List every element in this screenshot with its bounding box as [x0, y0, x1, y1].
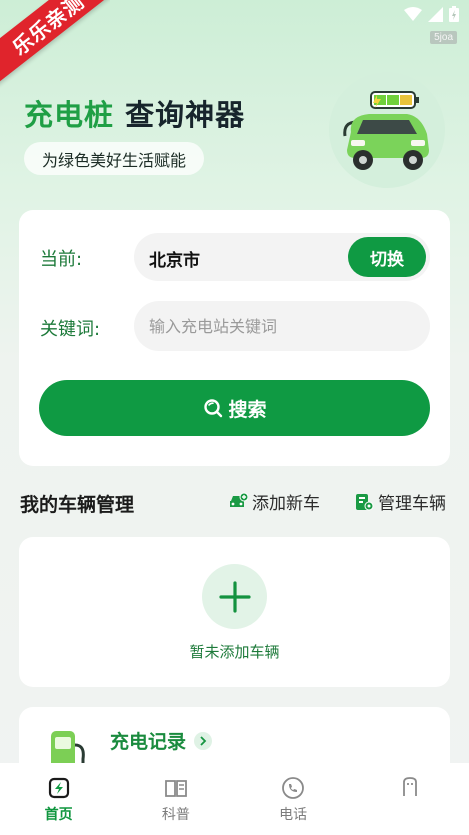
- battery-icon: [449, 6, 459, 22]
- signal-icon: [428, 6, 443, 22]
- ribbon-text: 乐乐亲测: [0, 0, 110, 89]
- switch-city-button[interactable]: 切换: [348, 237, 426, 277]
- keyword-input[interactable]: [134, 301, 430, 351]
- manage-vehicle-icon: [356, 493, 374, 510]
- search-card: 当前: 北京市 切换 关键词: 搜索: [19, 210, 450, 466]
- wifi-icon: [404, 7, 422, 21]
- home-bolt-icon: [48, 777, 69, 799]
- vehicle-section-title: 我的车辆管理: [20, 494, 135, 516]
- charging-record-label: 充电记录: [110, 731, 187, 753]
- charging-record-title[interactable]: 充电记录: [110, 727, 213, 754]
- tab-science[interactable]: 科普: [117, 763, 234, 835]
- add-vehicle-label: 添加新车: [252, 494, 320, 514]
- phone-icon: [282, 777, 305, 799]
- current-city-label: 当前:: [40, 249, 83, 270]
- charger-icon: [403, 777, 418, 796]
- tab-phone-label: 电话: [279, 807, 308, 823]
- status-icons: [404, 6, 459, 22]
- no-vehicle-text: 暂未添加车辆: [189, 643, 280, 661]
- vehicle-card: 暂未添加车辆: [19, 537, 450, 687]
- add-car-icon: [230, 492, 248, 507]
- tab-science-label: 科普: [161, 807, 190, 823]
- book-icon: [164, 780, 187, 797]
- tab-charger[interactable]: [352, 763, 469, 835]
- hero-title: 充电桩 查询神器: [24, 92, 245, 134]
- ev-car-illustration: [329, 72, 445, 188]
- hero-title-dark: 查询神器: [125, 98, 246, 132]
- search-button-label: 搜索: [228, 398, 267, 421]
- manage-vehicle-label: 管理车辆: [378, 494, 446, 514]
- add-vehicle-circle[interactable]: [202, 564, 267, 629]
- current-city: 北京市: [149, 251, 200, 271]
- tab-home-label: 首页: [44, 807, 73, 823]
- tab-home[interactable]: 首页: [0, 763, 117, 835]
- bottom-tab-bar: 首页 科普 电话: [0, 763, 469, 835]
- search-icon: [204, 399, 223, 418]
- keyword-label: 关键词:: [40, 319, 101, 340]
- tab-phone[interactable]: 电话: [235, 763, 352, 835]
- hero-title-green: 充电桩: [24, 98, 115, 132]
- system-tag: 5joa: [430, 31, 457, 44]
- search-button[interactable]: 搜索: [39, 380, 430, 436]
- hero-subtitle: 为绿色美好生活赋能: [24, 142, 205, 175]
- manage-vehicle-button[interactable]: 管理车辆: [354, 489, 446, 514]
- city-selector: 北京市 切换: [134, 233, 430, 281]
- plus-icon: [218, 580, 251, 613]
- add-vehicle-button[interactable]: 添加新车: [228, 489, 320, 514]
- chevron-right-icon: [194, 731, 213, 750]
